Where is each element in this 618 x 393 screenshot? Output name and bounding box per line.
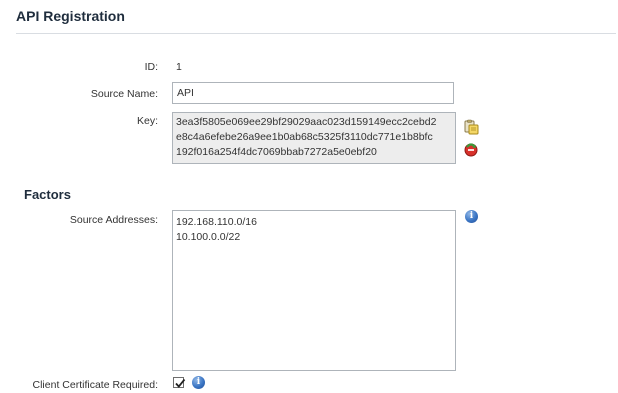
source-address-line: 10.100.0.0/22 <box>176 231 241 243</box>
key-label: Key: <box>136 115 158 127</box>
key-line: 3ea3f5805e069ee29bf29029aac023d159149ecc… <box>176 116 437 128</box>
source-name-input[interactable] <box>172 82 454 104</box>
regenerate-key-icon[interactable] <box>463 141 479 157</box>
source-addresses-textarea[interactable]: 192.168.110.0/16 10.100.0.0/22 <box>172 210 456 371</box>
copy-key-icon[interactable] <box>463 119 479 135</box>
checkmark-icon <box>175 378 186 388</box>
source-addresses-info-icon[interactable]: i <box>465 210 478 223</box>
client-cert-label: Client Certificate Required: <box>32 379 158 391</box>
source-addresses-label: Source Addresses: <box>69 214 158 226</box>
client-cert-checkbox[interactable] <box>173 377 186 388</box>
source-name-label: Source Name: <box>90 88 158 100</box>
factors-section-title: Factors <box>24 187 71 202</box>
client-cert-info-icon[interactable]: i <box>192 376 205 389</box>
title-divider <box>16 33 616 34</box>
id-label: ID: <box>144 61 158 73</box>
source-address-line: 192.168.110.0/16 <box>176 216 257 228</box>
key-field[interactable]: 3ea3f5805e069ee29bf29029aac023d159149ecc… <box>172 112 456 164</box>
key-line: e8c4a6efebe26a9ee1b0ab68c5325f3110dc771e… <box>176 131 433 143</box>
key-line: 192f016a254f4dc7069bbab7272a5e0ebf20 <box>176 146 377 158</box>
page-title: API Registration <box>16 8 125 24</box>
id-value: 1 <box>176 61 182 73</box>
